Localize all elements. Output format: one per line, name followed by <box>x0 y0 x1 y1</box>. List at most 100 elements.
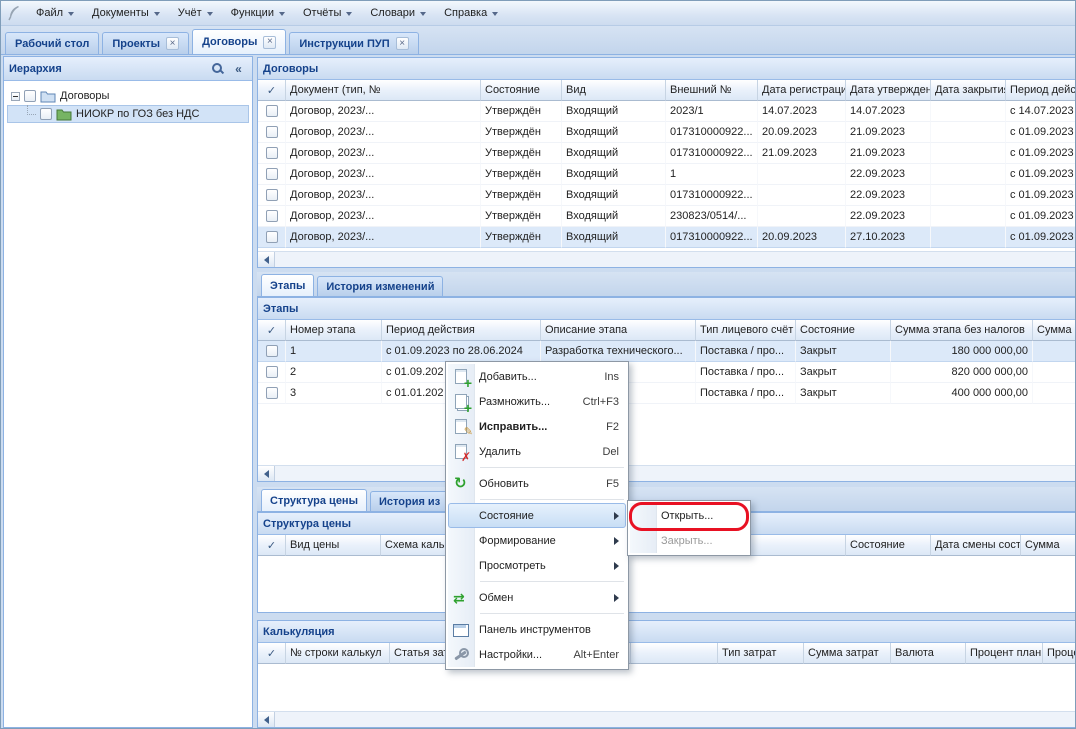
menubar-item-help[interactable]: Справка <box>436 3 506 23</box>
column-header[interactable]: Состояние <box>481 80 562 101</box>
column-header[interactable]: Сумма этапа без налогов <box>891 320 1033 341</box>
contracts-hscrollbar[interactable] <box>258 251 1076 267</box>
menu-item-toolbar-panel[interactable]: Панель инструментов <box>448 617 626 642</box>
tab-close-icon[interactable]: × <box>396 37 409 50</box>
column-header[interactable]: № строки калькул <box>286 643 390 664</box>
tab-close-icon[interactable]: × <box>166 37 179 50</box>
scroll-left-button[interactable] <box>258 466 275 481</box>
tree-node-niokr[interactable]: НИОКР по ГОЗ без НДС <box>7 105 249 123</box>
calc-panel-header: Калькуляция <box>258 621 1076 643</box>
column-header[interactable]: Дата утверждения <box>846 80 931 101</box>
column-header[interactable]: Тип лицевого счёт <box>696 320 796 341</box>
cell: Договор, 2023/... <box>286 143 481 164</box>
menubar-item-functions[interactable]: Функции <box>223 3 293 23</box>
menu-item-state[interactable]: Состояние <box>448 503 626 528</box>
row-checkbox[interactable] <box>266 189 278 201</box>
column-header[interactable]: Сумма затрат <box>804 643 891 664</box>
row-checkbox[interactable] <box>266 210 278 222</box>
tree-node-label: Договоры <box>60 90 109 102</box>
menu-item-settings[interactable]: Настройки...Alt+Enter <box>448 642 626 667</box>
column-header[interactable]: Внешний № <box>666 80 758 101</box>
row-checkbox[interactable] <box>266 345 278 357</box>
menu-item-formation[interactable]: Формирование <box>448 528 626 553</box>
column-header[interactable]: Номер этапа <box>286 320 382 341</box>
column-header[interactable]: Состояние <box>796 320 891 341</box>
row-checkbox[interactable] <box>266 168 278 180</box>
tab-close-icon[interactable]: × <box>263 36 276 49</box>
table-row[interactable]: 2с 01.09.202...очей конс...Поставка / пр… <box>258 362 1076 383</box>
tree-node-checkbox[interactable] <box>40 108 52 120</box>
row-checkbox[interactable] <box>266 126 278 138</box>
menu-item-refresh[interactable]: ОбновитьF5 <box>448 471 626 496</box>
scroll-left-button[interactable] <box>258 712 275 727</box>
column-header[interactable]: Состояние <box>846 535 931 556</box>
column-header[interactable]: Дата закрытия <box>931 80 1006 101</box>
column-header[interactable]: Вид цены <box>286 535 381 556</box>
row-checkbox[interactable] <box>266 387 278 399</box>
tab-price-history[interactable]: История из <box>370 491 449 511</box>
row-checkbox[interactable] <box>266 231 278 243</box>
row-checkbox[interactable] <box>266 147 278 159</box>
select-all-header[interactable]: ✓ <box>258 535 286 556</box>
table-row[interactable]: Договор, 2023/...УтверждёнВходящий122.09… <box>258 164 1076 185</box>
select-all-header[interactable]: ✓ <box>258 80 286 101</box>
tab-pup-instructions[interactable]: Инструкции ПУП× <box>289 32 418 54</box>
calc-hscrollbar[interactable] <box>258 711 1076 727</box>
table-row[interactable]: Договор, 2023/...УтверждёнВходящий017310… <box>258 227 1076 248</box>
column-header[interactable]: Вид <box>562 80 666 101</box>
tab-desktop[interactable]: Рабочий стол <box>5 32 99 54</box>
table-row[interactable]: Договор, 2023/...УтверждёнВходящий2023/1… <box>258 101 1076 122</box>
column-header[interactable]: Документ (тип, № <box>286 80 481 101</box>
column-header[interactable]: Описание этапа <box>541 320 696 341</box>
tab-change-history[interactable]: История изменений <box>317 276 443 296</box>
menu-item-edit[interactable]: Исправить...F2 <box>448 414 626 439</box>
menu-item-exchange[interactable]: Обмен <box>448 585 626 610</box>
menubar-item-accounting[interactable]: Учёт <box>170 3 221 23</box>
table-row[interactable]: Договор, 2023/...УтверждёнВходящий017310… <box>258 143 1076 164</box>
column-header[interactable]: Сумма ... <box>1033 320 1076 341</box>
menu-item-delete[interactable]: УдалитьDel <box>448 439 626 464</box>
cell: 1 <box>286 341 382 362</box>
tab-projects[interactable]: Проекты× <box>102 32 189 54</box>
scroll-left-button[interactable] <box>258 252 275 267</box>
menubar-item-file[interactable]: Файл <box>28 3 82 23</box>
search-icon[interactable] <box>209 60 226 77</box>
table-row[interactable]: Договор, 2023/...УтверждёнВходящий017310… <box>258 185 1076 206</box>
column-header[interactable]: Период действия <box>382 320 541 341</box>
column-header[interactable]: Тип затрат <box>718 643 804 664</box>
column-header[interactable]: Процент ф <box>1043 643 1076 664</box>
column-header[interactable]: Период действия ... <box>1006 80 1076 101</box>
stages-hscrollbar[interactable] <box>258 465 1076 481</box>
column-header[interactable]: Процент план <box>966 643 1043 664</box>
tab-price-structure[interactable]: Структура цены <box>261 489 367 511</box>
menubar-item-reports[interactable]: Отчёты <box>295 3 360 23</box>
column-header[interactable] <box>631 643 718 664</box>
column-header[interactable]: Валюта <box>891 643 966 664</box>
menubar-item-dictionaries[interactable]: Словари <box>362 3 434 23</box>
table-row[interactable]: 1с 01.09.2023 по 28.06.2024Разработка те… <box>258 341 1076 362</box>
row-checkbox[interactable] <box>266 105 278 117</box>
column-header[interactable]: Дата регистрации <box>758 80 846 101</box>
menubar-item-documents[interactable]: Документы <box>84 3 168 23</box>
menu-item-view[interactable]: Просмотреть <box>448 553 626 578</box>
menu-item-duplicate[interactable]: Размножить...Ctrl+F3 <box>448 389 626 414</box>
table-row[interactable]: 3с 01.01.202...зделия и ...Поставка / пр… <box>258 383 1076 404</box>
tab-contracts[interactable]: Договоры× <box>192 29 286 54</box>
tree-expander-icon[interactable] <box>11 92 20 101</box>
table-row[interactable]: Договор, 2023/...УтверждёнВходящий017310… <box>258 122 1076 143</box>
tab-stages[interactable]: Этапы <box>261 274 314 296</box>
tree-node-checkbox[interactable] <box>24 90 36 102</box>
app-logo-icon <box>5 4 23 22</box>
column-header[interactable]: Сумма <box>1021 535 1076 556</box>
select-all-header[interactable]: ✓ <box>258 643 286 664</box>
hierarchy-tree: Договоры НИОКР по ГОЗ без НДС <box>4 81 252 129</box>
tree-node-contracts[interactable]: Договоры <box>7 87 249 105</box>
collapse-panel-icon[interactable] <box>230 60 247 77</box>
table-row[interactable]: Договор, 2023/...УтверждёнВходящий230823… <box>258 206 1076 227</box>
menu-item-add[interactable]: Добавить...Ins <box>448 364 626 389</box>
menu-item-open[interactable]: Открыть... <box>630 503 748 528</box>
stages-tabstrip: ЭтапыИстория изменений <box>257 272 1076 297</box>
column-header[interactable]: Дата смены состо <box>931 535 1021 556</box>
select-all-header[interactable]: ✓ <box>258 320 286 341</box>
row-checkbox[interactable] <box>266 366 278 378</box>
